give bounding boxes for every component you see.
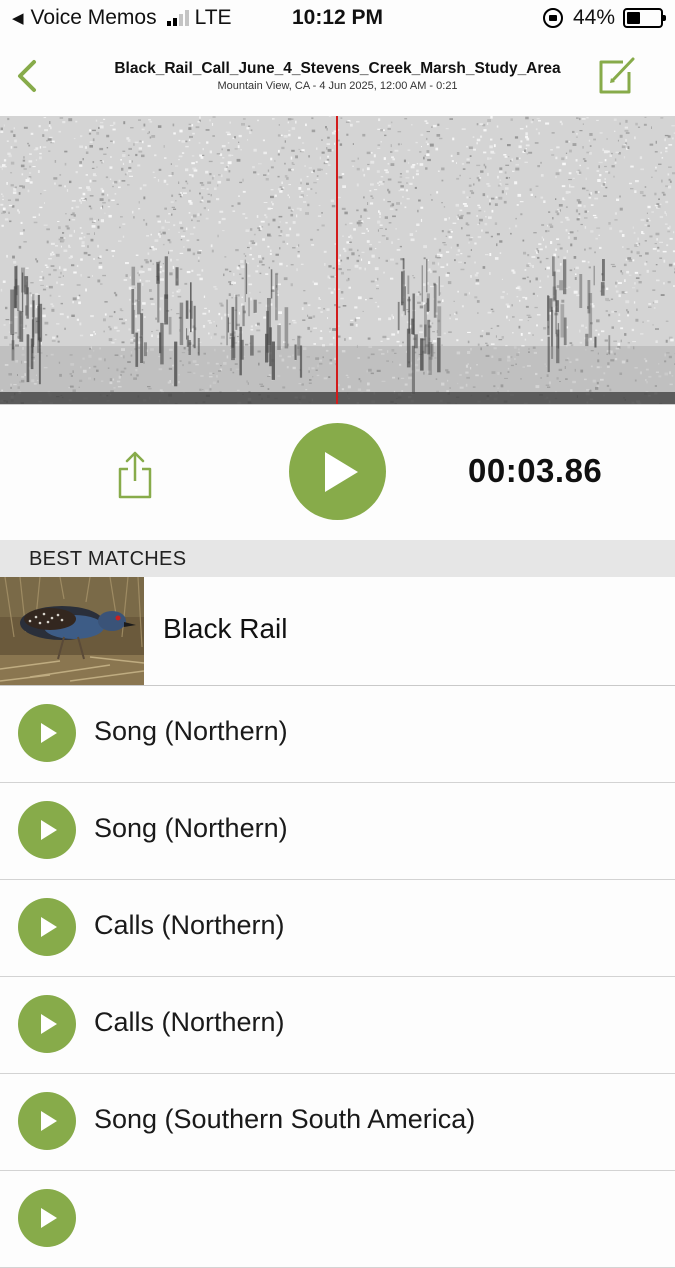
status-bar: ◀ Voice Memos LTE 10:12 PM 44% <box>0 0 675 38</box>
sound-label: Song (Northern) <box>94 813 288 844</box>
sound-item[interactable]: Calls (Northern) <box>0 977 675 1074</box>
play-sound-button[interactable] <box>18 801 76 859</box>
playhead-cursor[interactable] <box>336 116 338 404</box>
sound-item[interactable]: Calls (Northern) <box>0 880 675 977</box>
recording-title: Black_Rail_Call_June_4_Stevens_Creek_Mar… <box>70 60 605 78</box>
sound-item[interactable]: Song (Northern) <box>0 783 675 880</box>
orientation-lock-icon <box>543 8 563 28</box>
play-sound-button[interactable] <box>18 898 76 956</box>
bird-photo <box>0 577 144 685</box>
play-sound-button[interactable] <box>18 1092 76 1150</box>
black-rail-photo <box>0 577 144 685</box>
recording-header: Black_Rail_Call_June_4_Stevens_Creek_Mar… <box>0 40 675 116</box>
back-button[interactable] <box>12 56 48 96</box>
play-button[interactable] <box>289 423 386 520</box>
share-button[interactable] <box>114 449 156 501</box>
bird-match-row[interactable]: Black Rail <box>0 577 675 686</box>
elapsed-time: 00:03.86 <box>468 452 602 490</box>
sound-item[interactable]: Song (Southern South America) <box>0 1074 675 1171</box>
edit-icon <box>593 54 637 98</box>
sound-item[interactable]: Song (Northern) <box>0 686 675 783</box>
play-sound-button[interactable] <box>18 995 76 1053</box>
sound-label: Calls (Northern) <box>94 910 285 941</box>
sound-label: Song (Northern) <box>94 716 288 747</box>
recording-subtitle: Mountain View, CA - 4 Jun 2025, 12:00 AM… <box>70 80 605 92</box>
share-icon <box>114 449 156 501</box>
best-matches-label: BEST MATCHES <box>29 548 186 571</box>
chevron-left-icon <box>12 56 48 96</box>
sound-label: Calls (Northern) <box>94 1007 285 1038</box>
battery-percent: 44% <box>573 6 615 30</box>
best-matches-header: BEST MATCHES <box>0 540 675 577</box>
sound-label: Song (Southern South America) <box>94 1104 475 1135</box>
play-sound-button[interactable] <box>18 1189 76 1247</box>
player-controls: 00:03.86 <box>0 404 675 541</box>
sound-item[interactable] <box>0 1171 675 1268</box>
battery-icon <box>623 8 663 28</box>
bird-name: Black Rail <box>163 613 287 645</box>
edit-button[interactable] <box>593 54 637 98</box>
play-sound-button[interactable] <box>18 704 76 762</box>
spectrogram[interactable] <box>0 116 675 404</box>
sound-list: Song (Northern) Song (Northern) Calls (N… <box>0 686 675 1268</box>
